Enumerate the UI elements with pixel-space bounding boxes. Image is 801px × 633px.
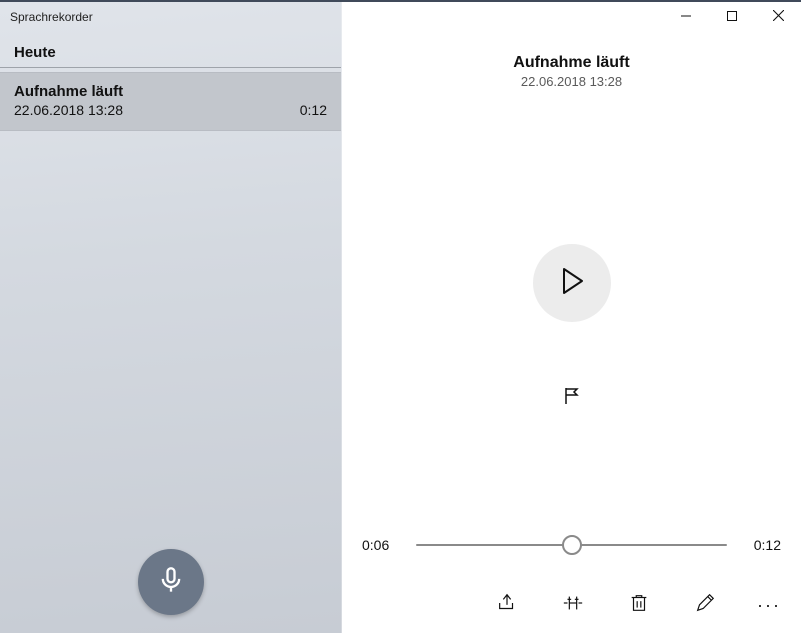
add-marker-button[interactable] <box>552 378 592 418</box>
share-icon <box>496 592 518 619</box>
play-icon <box>560 267 584 300</box>
minimize-button[interactable] <box>663 2 709 32</box>
recording-item-duration: 0:12 <box>300 102 327 118</box>
recording-item-title: Aufnahme läuft <box>14 83 327 100</box>
maximize-icon <box>727 8 737 26</box>
close-button[interactable] <box>755 2 801 32</box>
trim-button[interactable] <box>559 591 587 619</box>
recording-item-datetime: 22.06.2018 13:28 <box>14 102 123 118</box>
record-button[interactable] <box>138 549 204 615</box>
share-button[interactable] <box>493 591 521 619</box>
pencil-icon <box>694 592 716 619</box>
divider <box>0 67 341 68</box>
recording-list-item[interactable]: Aufnahme läuft 22.06.2018 13:28 0:12 <box>0 72 341 131</box>
main-panel: Aufnahme läuft 22.06.2018 13:28 0:06 <box>342 2 801 633</box>
total-time-label: 0:12 <box>741 537 781 553</box>
rename-button[interactable] <box>691 591 719 619</box>
play-button[interactable] <box>533 244 611 322</box>
action-toolbar: ··· <box>342 577 801 633</box>
recording-header: Aufnahme läuft 22.06.2018 13:28 <box>342 54 801 89</box>
trim-icon <box>562 592 584 619</box>
delete-button[interactable] <box>625 591 653 619</box>
app-window: Sprachrekorder Heute Aufnahme läuft 22.0… <box>0 0 801 633</box>
current-time-label: 0:06 <box>362 537 402 553</box>
section-heading-today: Heute <box>0 32 341 67</box>
microphone-icon <box>157 566 185 599</box>
window-controls <box>342 2 801 32</box>
playback-area <box>342 89 801 533</box>
more-button[interactable]: ··· <box>757 595 781 616</box>
seek-knob[interactable] <box>562 535 582 555</box>
more-icon: ··· <box>757 595 781 615</box>
app-title: Sprachrekorder <box>10 10 93 24</box>
seek-slider[interactable] <box>416 533 727 557</box>
minimize-icon <box>681 8 691 26</box>
recording-title: Aufnahme läuft <box>342 54 801 72</box>
seek-row: 0:06 0:12 <box>342 533 801 577</box>
maximize-button[interactable] <box>709 2 755 32</box>
close-icon <box>773 8 784 26</box>
flag-icon <box>562 386 582 411</box>
trash-icon <box>628 592 650 619</box>
titlebar: Sprachrekorder <box>0 2 341 32</box>
sidebar: Sprachrekorder Heute Aufnahme läuft 22.0… <box>0 2 342 633</box>
recording-datetime: 22.06.2018 13:28 <box>342 74 801 89</box>
